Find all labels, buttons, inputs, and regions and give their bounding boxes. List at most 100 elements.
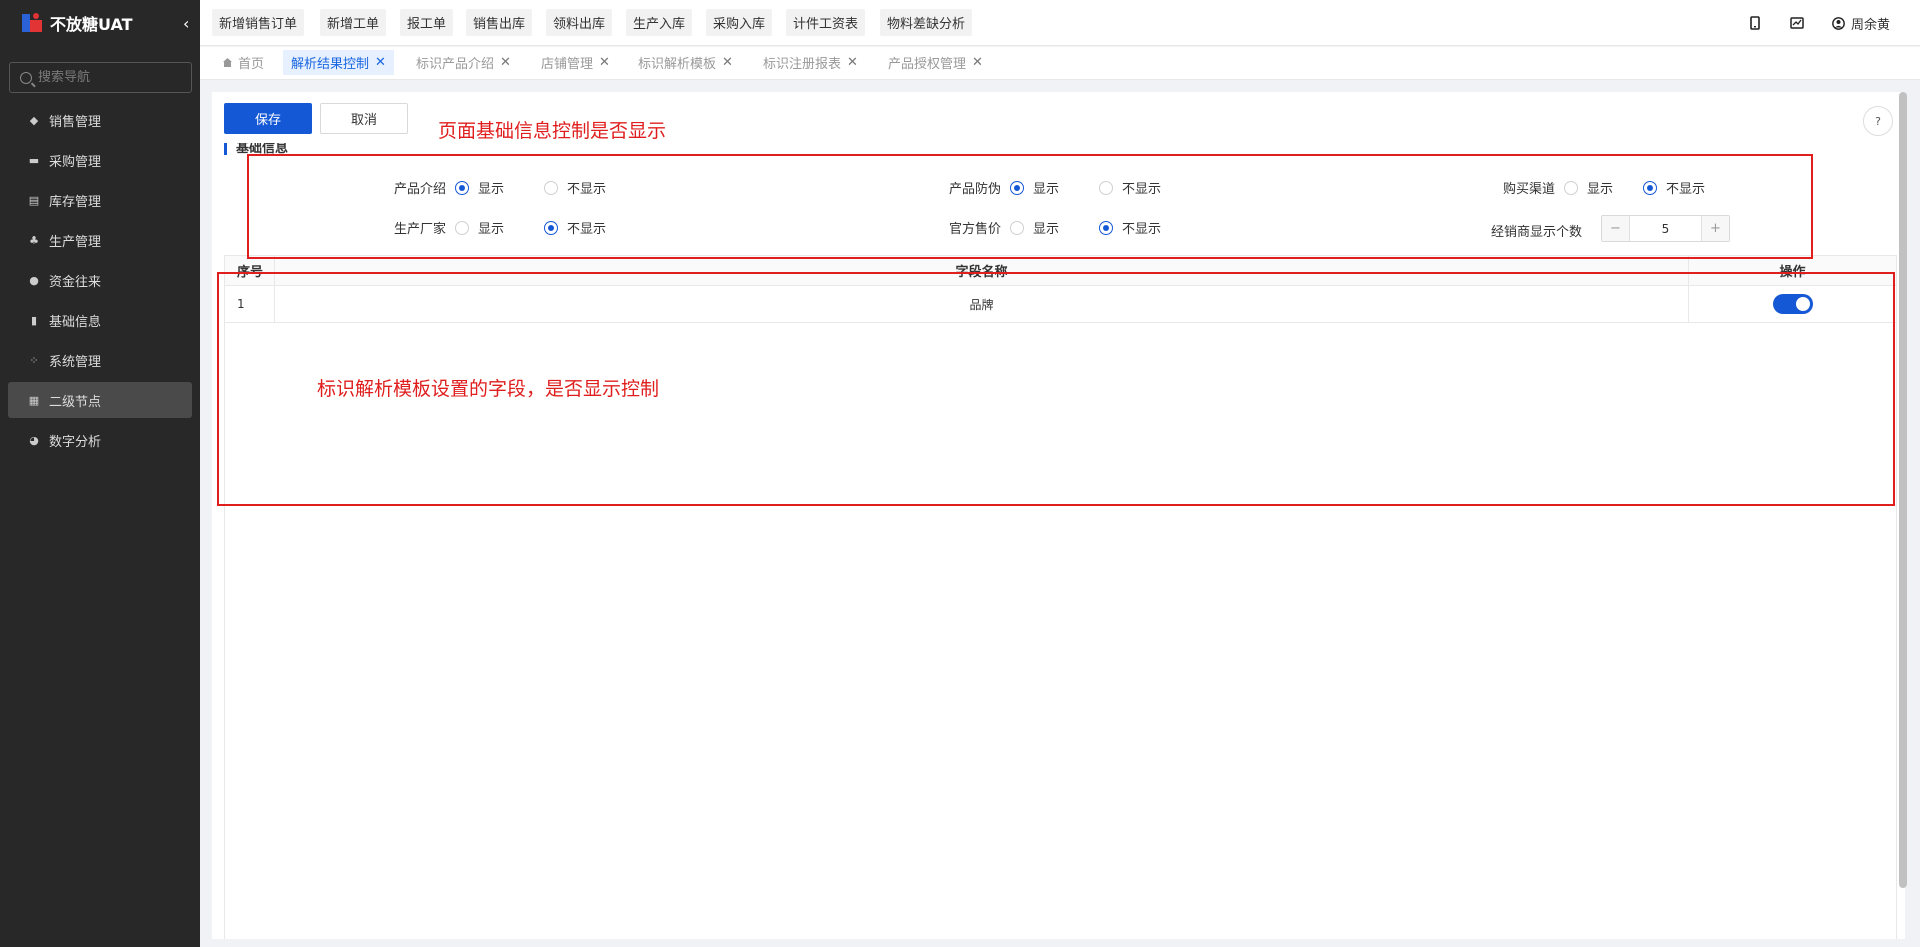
section-title: 基础信息 [224,143,288,155]
help-icon[interactable]: ? [1863,106,1893,136]
radio-show[interactable]: 显示 [455,178,504,197]
fields-table: 序号 字段名称 操作 1 品牌 [224,255,1897,939]
visibility-toggle[interactable] [1772,294,1813,314]
nav-search[interactable] [9,62,192,93]
tab-label: 标识产品介绍 [416,57,495,72]
radio-show[interactable]: 显示 [455,218,504,237]
radio-label: 不显示 [1122,222,1162,237]
tab-home[interactable]: 首页 [214,50,272,75]
tag-icon: ◆ [29,113,39,127]
app-logo-icon [20,11,44,35]
radio-show[interactable]: 显示 [1010,178,1059,197]
close-icon[interactable]: ✕ [375,55,386,70]
radio-label: 显示 [1033,182,1060,197]
tab-label: 产品授权管理 [888,57,967,72]
field-label: 经销商显示个数 [1491,225,1583,240]
close-icon[interactable]: ✕ [722,55,733,70]
sidebar-item-label: 销售管理 [49,114,102,130]
header-index: 序号 [225,256,275,285]
radio-label: 显示 [1033,222,1060,237]
tab-label: 首页 [238,57,265,72]
cart-icon: ▬ [28,153,40,167]
radio-checked-icon [1010,180,1025,195]
sidebar-item-funds[interactable]: ● 资金往来 [8,262,192,298]
logo: 不放糖UAT [0,0,200,46]
close-icon[interactable]: ✕ [972,55,983,70]
radio-checked-icon [1643,180,1658,195]
radio-checked-icon [455,180,470,195]
sidebar-item-purchase[interactable]: ▬ 采购管理 [8,142,192,178]
radio-show[interactable]: 显示 [1564,178,1613,197]
nav-search-input[interactable] [38,70,178,85]
radio-hide[interactable]: 不显示 [1099,178,1161,197]
sidebar-item-basic-info[interactable]: ▮ 基础信息 [8,302,192,338]
radio-hide[interactable]: 不显示 [544,218,606,237]
sidebar-item-label: 数字分析 [49,434,102,450]
field-label: 产品防伪 [949,182,1002,197]
quick-action-purchase-inbound[interactable]: 采购入库 [706,9,773,36]
radio-hide[interactable]: 不显示 [544,178,606,197]
sidebar-item-system[interactable]: ⁘ 系统管理 [8,342,192,378]
minus-icon[interactable]: − [1602,216,1629,241]
plus-icon[interactable]: + [1702,216,1729,241]
sidebar-item-label: 二级节点 [49,394,102,410]
stepper-value[interactable]: 5 [1629,216,1702,241]
quick-action-production-inbound[interactable]: 生产入库 [626,9,693,36]
user-name: 周余黄 [1850,17,1890,33]
field-dealer-count: 经销商显示个数 [1491,221,1582,240]
tab-parse-result-control[interactable]: 解析结果控制 ✕ [283,50,394,75]
annotation-top-label: 页面基础信息控制是否显示 [438,120,667,142]
sidebar-item-analytics[interactable]: ◕ 数字分析 [8,422,192,458]
radio-label: 不显示 [1666,182,1706,197]
annotation-table-label: 标识解析模板设置的字段，是否显示控制 [317,378,660,400]
radio-hide[interactable]: 不显示 [1099,218,1161,237]
radio-label: 不显示 [567,222,607,237]
dashboard-icon[interactable] [1790,16,1804,30]
quick-action-material-outbound[interactable]: 领料出库 [546,9,613,36]
quick-action-sales-outbound[interactable]: 销售出库 [466,9,533,36]
field-manufacturer: 生产厂家 显示 不显示 [394,218,606,237]
user-icon [1832,16,1845,30]
mobile-icon[interactable] [1748,16,1762,30]
radio-unchecked-icon [1010,220,1025,235]
tab-label: 标识解析模板 [638,57,717,72]
radio-label: 不显示 [567,182,607,197]
chevron-left-icon[interactable]: ‹ [183,14,189,33]
radio-unchecked-icon [544,180,559,195]
quick-action-piecework-wages[interactable]: 计件工资表 [786,9,866,36]
sidebar-item-label: 基础信息 [49,314,102,330]
quick-action-material-shortage[interactable]: 物料差缺分析 [880,9,973,36]
tab-store-management[interactable]: 店铺管理 ✕ [533,50,618,75]
cancel-button[interactable]: 取消 [320,103,408,134]
quick-action-new-sales-order[interactable]: 新增销售订单 [212,9,305,36]
tab-product-authorization[interactable]: 产品授权管理 ✕ [880,50,991,75]
quick-action-work-report[interactable]: 报工单 [400,9,454,36]
save-button[interactable]: 保存 [224,103,312,134]
row-field-name: 品牌 [275,286,1689,322]
radio-hide[interactable]: 不显示 [1643,178,1705,197]
tab-bar: 首页 解析结果控制 ✕ 标识产品介绍 ✕ 店铺管理 ✕ 标识解析模板 ✕ 标识注册报表 ✕… [200,47,1920,80]
tab-label: 标识注册报表 [763,57,842,72]
tab-parse-template[interactable]: 标识解析模板 ✕ [630,50,741,75]
field-product-intro: 产品介绍 显示 不显示 [394,178,606,197]
dealer-count-stepper[interactable]: − 5 + [1601,215,1730,242]
radio-label: 显示 [1587,182,1614,197]
money-icon: ● [29,273,39,287]
user-menu[interactable]: 周余黄 [1832,14,1890,33]
close-icon[interactable]: ✕ [847,55,858,70]
tab-registration-report[interactable]: 标识注册报表 ✕ [755,50,866,75]
sidebar-item-inventory[interactable]: ▤ 库存管理 [8,182,192,218]
radio-show[interactable]: 显示 [1010,218,1059,237]
sidebar-item-sales[interactable]: ◆ 销售管理 [8,102,192,138]
sidebar-item-production[interactable]: ♣ 生产管理 [8,222,192,258]
field-label: 购买渠道 [1503,182,1556,197]
sidebar-item-label: 库存管理 [49,194,102,210]
tab-product-intro[interactable]: 标识产品介绍 ✕ [408,50,519,75]
close-icon[interactable]: ✕ [500,55,511,70]
close-icon[interactable]: ✕ [599,55,610,70]
scrollbar[interactable] [1899,92,1907,888]
chart-bar-icon: ▮ [30,313,38,327]
sidebar-item-secondary-node[interactable]: ▦ 二级节点 [8,382,192,418]
sidebar-item-label: 采购管理 [49,154,102,170]
quick-action-new-work-order[interactable]: 新增工单 [320,9,387,36]
